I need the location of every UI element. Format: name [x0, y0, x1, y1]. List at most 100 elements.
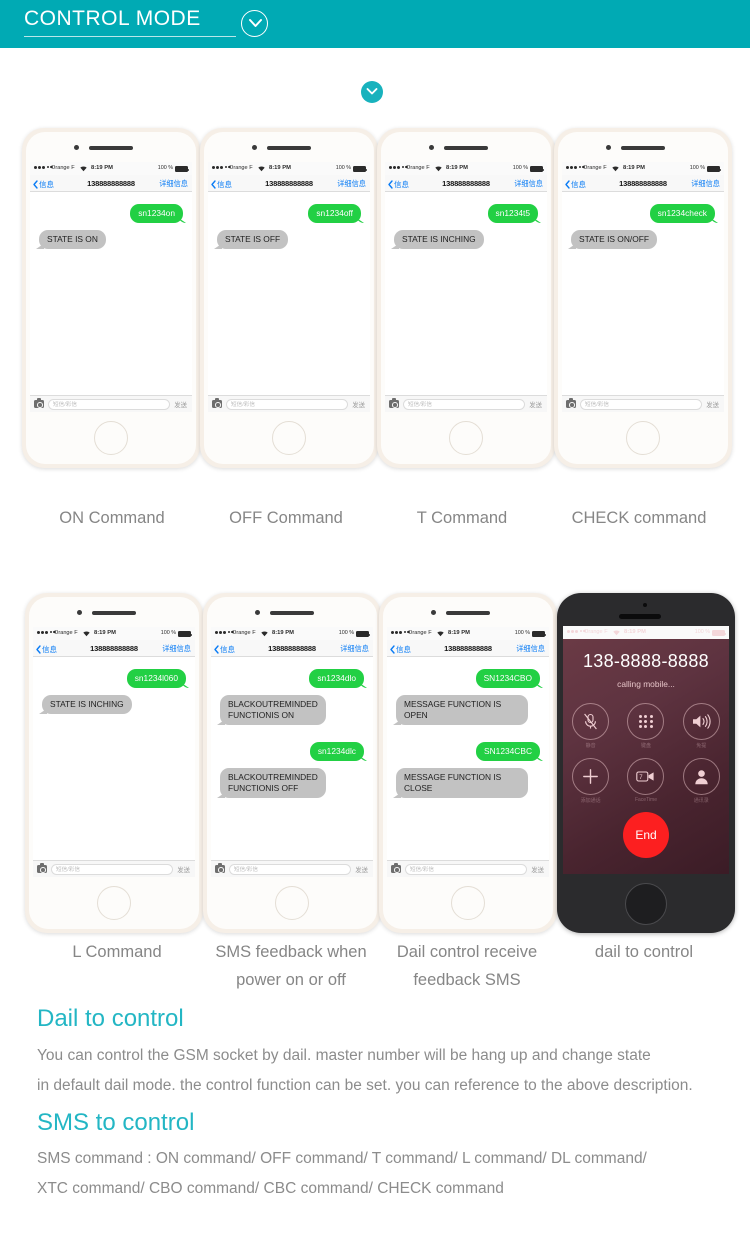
caption-off-command: OFF Command — [229, 509, 343, 527]
camera-icon[interactable] — [566, 398, 576, 408]
home-button[interactable] — [272, 421, 306, 455]
send-button[interactable]: 发送 — [177, 865, 191, 874]
earpiece-speaker — [446, 611, 490, 615]
camera-icon[interactable] — [389, 398, 399, 408]
message-input[interactable]: 短信/彩信 — [580, 398, 703, 410]
message-nav-bar: 信息 138888888888 详细信息 — [30, 175, 192, 192]
detail-button[interactable]: 详细信息 — [162, 644, 191, 654]
battery-full-icon — [707, 166, 722, 172]
clock-label: 8:19 PM — [269, 165, 291, 171]
call-option-mute-microphone[interactable]: 静音 — [571, 703, 611, 749]
call-option-add-call[interactable]: 添加通话 — [571, 758, 611, 804]
battery-full-icon — [356, 631, 371, 637]
carrier-label: Orange F — [583, 165, 607, 171]
message-nav-bar: 信息 138888888888 详细信息 — [33, 640, 195, 657]
iphone-device: Orange F 8:19 PM 100 % 信息 138888888888 详… — [203, 593, 381, 933]
message-screen: Orange F 8:19 PM 100 % 信息 138888888888 详… — [211, 627, 373, 877]
battery-full-icon — [178, 631, 193, 637]
camera-icon[interactable] — [391, 863, 401, 873]
home-button[interactable] — [449, 421, 483, 455]
detail-button[interactable]: 详细信息 — [514, 179, 543, 189]
wifi-icon — [258, 165, 265, 174]
battery-percent-label: 100 % — [335, 165, 351, 171]
camera-icon[interactable] — [37, 863, 47, 873]
call-option-label: 静音 — [585, 743, 596, 749]
clock-label: 8:19 PM — [91, 165, 113, 171]
home-button[interactable] — [97, 886, 131, 920]
battery-percent-label: 100 % — [338, 630, 354, 636]
received-message-bubble: MESSAGE FUNCTION IS CLOSE — [396, 768, 528, 798]
status-bar: Orange F 8:19 PM 100 % — [211, 627, 373, 640]
message-input[interactable]: 短信/彩信 — [403, 398, 526, 410]
device-body: Orange F 8:19 PM 100 % 信息 138888888888 详… — [29, 597, 199, 929]
home-button[interactable] — [275, 886, 309, 920]
header-underline — [24, 36, 236, 37]
battery-percent-label: 100 % — [694, 629, 710, 635]
call-phone: Orange F 8:19 PM 100 % 138-8888-8888 cal… — [557, 593, 735, 933]
camera-icon[interactable] — [215, 863, 225, 873]
phone-card-cb: Orange F 8:19 PM 100 % 信息 138888888888 详… — [379, 593, 557, 933]
section-title-dail: Dail to control — [37, 1005, 184, 1032]
iphone-device: Orange F 8:19 PM 100 % 信息 138888888888 详… — [379, 593, 557, 933]
detail-button[interactable]: 详细信息 — [159, 179, 188, 189]
message-nav-bar: 信息 138888888888 详细信息 — [211, 640, 373, 657]
scroll-down-chevron-icon[interactable] — [361, 81, 383, 103]
detail-button[interactable]: 详细信息 — [691, 179, 720, 189]
phone-card-on: Orange F 8:19 PM 100 % 信息 138888888888 详… — [22, 128, 200, 468]
home-button[interactable] — [451, 886, 485, 920]
carrier-label: Orange F — [54, 630, 78, 636]
battery-full-icon — [532, 631, 547, 637]
message-screen: Orange F 8:19 PM 100 % 信息 138888888888 详… — [30, 162, 192, 412]
call-option-facetime[interactable]: 7 FaceTime — [626, 758, 666, 804]
message-input[interactable]: 短信/彩信 — [48, 398, 171, 410]
message-nav-bar: 信息 138888888888 详细信息 — [385, 175, 547, 192]
send-button[interactable]: 发送 — [174, 400, 188, 409]
send-button[interactable]: 发送 — [529, 400, 543, 409]
camera-icon[interactable] — [212, 398, 222, 408]
contacts-icon — [682, 758, 720, 795]
sent-message-bubble: sn1234check — [649, 204, 715, 223]
home-button[interactable] — [626, 421, 660, 455]
message-input[interactable]: 短信/彩信 — [51, 863, 174, 875]
chevron-down-icon[interactable] — [241, 10, 268, 37]
section-sms-line-2: XTC command/ CBO command/ CBC command/ C… — [37, 1180, 504, 1197]
call-option-contacts[interactable]: 通讯录 — [681, 758, 721, 804]
message-input[interactable]: 短信/彩信 — [405, 863, 528, 875]
carrier-label: Orange F — [406, 165, 430, 171]
iphone-device: Orange F 8:19 PM 100 % 信息 138888888888 详… — [554, 128, 732, 468]
send-button[interactable]: 发送 — [706, 400, 720, 409]
call-option-keypad[interactable]: 键盘 — [626, 703, 666, 749]
front-camera-icon — [255, 610, 260, 615]
phone-card-t: Orange F 8:19 PM 100 % 信息 138888888888 详… — [377, 128, 555, 468]
sent-message-bubble: sn1234l060 — [126, 669, 186, 688]
send-button[interactable]: 发送 — [355, 865, 369, 874]
send-button[interactable]: 发送 — [531, 865, 545, 874]
call-option-speaker[interactable]: 免提 — [681, 703, 721, 749]
detail-button[interactable]: 详细信息 — [340, 644, 369, 654]
message-screen: Orange F 8:19 PM 100 % 信息 138888888888 详… — [208, 162, 370, 412]
caption-sms-feedback: SMS feedback when power on or off — [215, 943, 367, 989]
message-input[interactable]: 短信/彩信 — [229, 863, 352, 875]
wifi-icon — [612, 165, 619, 174]
detail-button[interactable]: 详细信息 — [516, 644, 545, 654]
earpiece-speaker — [89, 146, 133, 150]
message-input[interactable]: 短信/彩信 — [226, 398, 349, 410]
message-nav-bar: 信息 138888888888 详细信息 — [208, 175, 370, 192]
send-button[interactable]: 发送 — [352, 400, 366, 409]
message-input-bar: 短信/彩信 发送 — [211, 860, 373, 877]
home-button[interactable] — [625, 883, 667, 925]
carrier-label: Orange F — [584, 629, 608, 635]
conversation-thread: sn1234l060 STATE IS INCHING — [33, 657, 195, 860]
home-button[interactable] — [94, 421, 128, 455]
conversation-thread: sn1234dlo BLACKOUTREMINDED FUNCTIONIS ON s… — [211, 657, 373, 860]
camera-icon[interactable] — [34, 398, 44, 408]
detail-button[interactable]: 详细信息 — [337, 179, 366, 189]
status-bar: Orange F 8:19 PM 100 % — [387, 627, 549, 640]
clock-label: 8:19 PM — [448, 630, 470, 636]
sent-message-bubble: sn1234on — [130, 204, 183, 223]
clock-label: 8:19 PM — [446, 165, 468, 171]
end-call-button[interactable]: End — [623, 812, 669, 858]
clock-label: 8:19 PM — [94, 630, 116, 636]
earpiece-speaker — [267, 146, 311, 150]
received-message-bubble: BLACKOUTREMINDED FUNCTIONIS ON — [220, 695, 326, 725]
